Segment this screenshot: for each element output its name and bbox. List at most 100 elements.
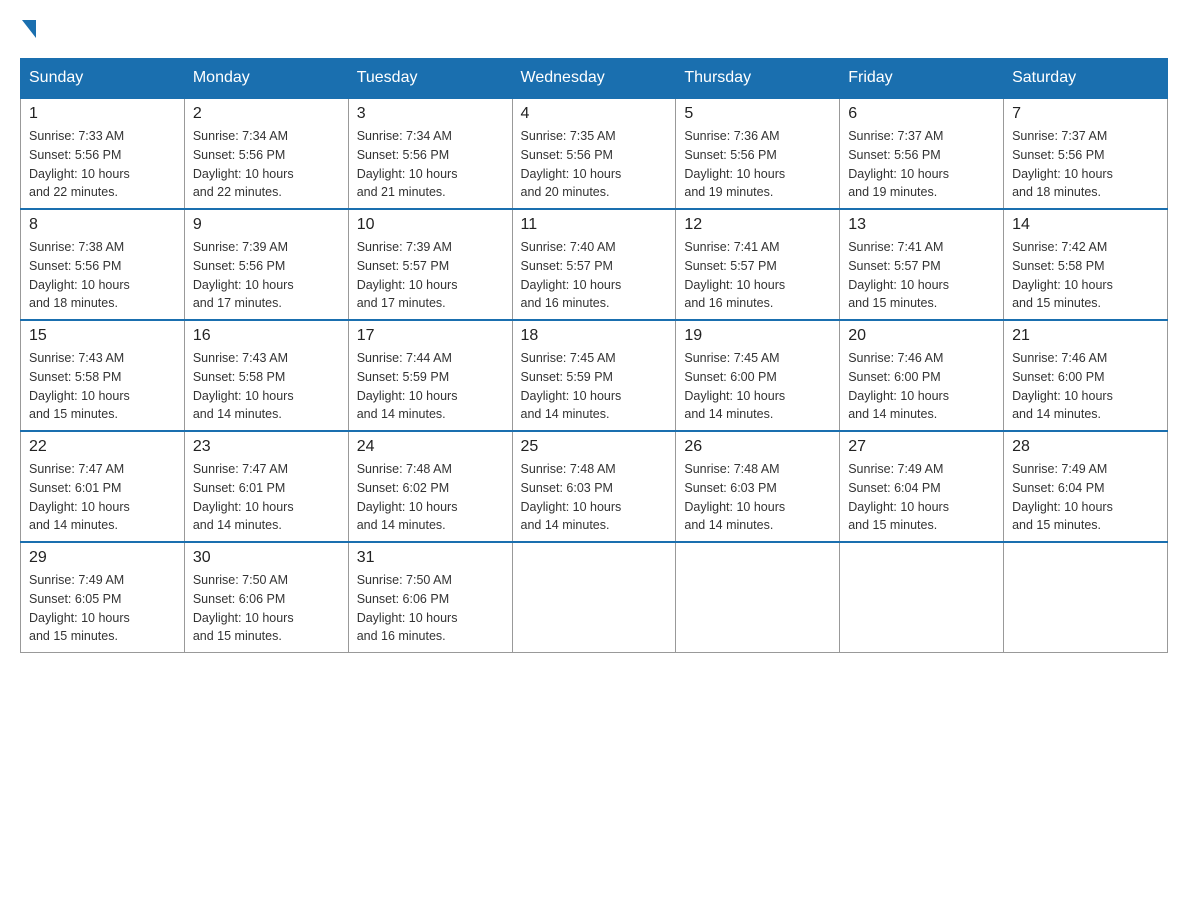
day-number: 7 [1012, 105, 1159, 123]
day-info: Sunrise: 7:48 AMSunset: 6:03 PMDaylight:… [521, 460, 668, 535]
day-info: Sunrise: 7:47 AMSunset: 6:01 PMDaylight:… [29, 460, 176, 535]
calendar-cell [1004, 542, 1168, 653]
calendar-cell: 2 Sunrise: 7:34 AMSunset: 5:56 PMDayligh… [184, 98, 348, 209]
calendar-cell: 28 Sunrise: 7:49 AMSunset: 6:04 PMDaylig… [1004, 431, 1168, 542]
day-info: Sunrise: 7:50 AMSunset: 6:06 PMDaylight:… [193, 571, 340, 646]
day-info: Sunrise: 7:43 AMSunset: 5:58 PMDaylight:… [29, 349, 176, 424]
day-info: Sunrise: 7:38 AMSunset: 5:56 PMDaylight:… [29, 238, 176, 313]
calendar-cell: 21 Sunrise: 7:46 AMSunset: 6:00 PMDaylig… [1004, 320, 1168, 431]
calendar-cell: 6 Sunrise: 7:37 AMSunset: 5:56 PMDayligh… [840, 98, 1004, 209]
calendar-cell: 8 Sunrise: 7:38 AMSunset: 5:56 PMDayligh… [21, 209, 185, 320]
day-number: 16 [193, 327, 340, 345]
day-number: 25 [521, 438, 668, 456]
day-info: Sunrise: 7:48 AMSunset: 6:02 PMDaylight:… [357, 460, 504, 535]
calendar-cell: 31 Sunrise: 7:50 AMSunset: 6:06 PMDaylig… [348, 542, 512, 653]
day-number: 11 [521, 216, 668, 234]
calendar-week-row: 15 Sunrise: 7:43 AMSunset: 5:58 PMDaylig… [21, 320, 1168, 431]
day-info: Sunrise: 7:46 AMSunset: 6:00 PMDaylight:… [848, 349, 995, 424]
calendar-cell: 5 Sunrise: 7:36 AMSunset: 5:56 PMDayligh… [676, 98, 840, 209]
day-number: 15 [29, 327, 176, 345]
day-number: 24 [357, 438, 504, 456]
calendar-cell: 14 Sunrise: 7:42 AMSunset: 5:58 PMDaylig… [1004, 209, 1168, 320]
calendar-header-thursday: Thursday [676, 59, 840, 99]
day-info: Sunrise: 7:34 AMSunset: 5:56 PMDaylight:… [357, 127, 504, 202]
day-info: Sunrise: 7:41 AMSunset: 5:57 PMDaylight:… [684, 238, 831, 313]
calendar-week-row: 8 Sunrise: 7:38 AMSunset: 5:56 PMDayligh… [21, 209, 1168, 320]
day-number: 31 [357, 549, 504, 567]
day-number: 23 [193, 438, 340, 456]
day-number: 2 [193, 105, 340, 123]
day-number: 28 [1012, 438, 1159, 456]
day-number: 3 [357, 105, 504, 123]
day-info: Sunrise: 7:45 AMSunset: 5:59 PMDaylight:… [521, 349, 668, 424]
day-number: 27 [848, 438, 995, 456]
calendar-header-monday: Monday [184, 59, 348, 99]
calendar-cell [512, 542, 676, 653]
calendar-week-row: 1 Sunrise: 7:33 AMSunset: 5:56 PMDayligh… [21, 98, 1168, 209]
calendar-cell: 19 Sunrise: 7:45 AMSunset: 6:00 PMDaylig… [676, 320, 840, 431]
day-info: Sunrise: 7:48 AMSunset: 6:03 PMDaylight:… [684, 460, 831, 535]
calendar-week-row: 29 Sunrise: 7:49 AMSunset: 6:05 PMDaylig… [21, 542, 1168, 653]
day-info: Sunrise: 7:46 AMSunset: 6:00 PMDaylight:… [1012, 349, 1159, 424]
day-info: Sunrise: 7:39 AMSunset: 5:56 PMDaylight:… [193, 238, 340, 313]
calendar-cell: 20 Sunrise: 7:46 AMSunset: 6:00 PMDaylig… [840, 320, 1004, 431]
day-info: Sunrise: 7:39 AMSunset: 5:57 PMDaylight:… [357, 238, 504, 313]
calendar-cell: 15 Sunrise: 7:43 AMSunset: 5:58 PMDaylig… [21, 320, 185, 431]
day-info: Sunrise: 7:44 AMSunset: 5:59 PMDaylight:… [357, 349, 504, 424]
day-info: Sunrise: 7:47 AMSunset: 6:01 PMDaylight:… [193, 460, 340, 535]
calendar-cell: 1 Sunrise: 7:33 AMSunset: 5:56 PMDayligh… [21, 98, 185, 209]
day-info: Sunrise: 7:40 AMSunset: 5:57 PMDaylight:… [521, 238, 668, 313]
day-info: Sunrise: 7:37 AMSunset: 5:56 PMDaylight:… [848, 127, 995, 202]
calendar-cell: 13 Sunrise: 7:41 AMSunset: 5:57 PMDaylig… [840, 209, 1004, 320]
logo-triangle-icon [22, 20, 36, 38]
calendar-header-tuesday: Tuesday [348, 59, 512, 99]
day-info: Sunrise: 7:37 AMSunset: 5:56 PMDaylight:… [1012, 127, 1159, 202]
calendar-header-friday: Friday [840, 59, 1004, 99]
logo [20, 20, 38, 38]
day-number: 9 [193, 216, 340, 234]
calendar-cell [840, 542, 1004, 653]
day-info: Sunrise: 7:43 AMSunset: 5:58 PMDaylight:… [193, 349, 340, 424]
calendar-cell [676, 542, 840, 653]
day-number: 17 [357, 327, 504, 345]
day-number: 22 [29, 438, 176, 456]
day-info: Sunrise: 7:42 AMSunset: 5:58 PMDaylight:… [1012, 238, 1159, 313]
calendar-cell: 10 Sunrise: 7:39 AMSunset: 5:57 PMDaylig… [348, 209, 512, 320]
calendar-cell: 9 Sunrise: 7:39 AMSunset: 5:56 PMDayligh… [184, 209, 348, 320]
page-header [20, 20, 1168, 38]
day-info: Sunrise: 7:49 AMSunset: 6:05 PMDaylight:… [29, 571, 176, 646]
day-info: Sunrise: 7:41 AMSunset: 5:57 PMDaylight:… [848, 238, 995, 313]
calendar-cell: 24 Sunrise: 7:48 AMSunset: 6:02 PMDaylig… [348, 431, 512, 542]
day-number: 20 [848, 327, 995, 345]
calendar-cell: 4 Sunrise: 7:35 AMSunset: 5:56 PMDayligh… [512, 98, 676, 209]
day-info: Sunrise: 7:33 AMSunset: 5:56 PMDaylight:… [29, 127, 176, 202]
calendar-cell: 23 Sunrise: 7:47 AMSunset: 6:01 PMDaylig… [184, 431, 348, 542]
calendar-cell: 3 Sunrise: 7:34 AMSunset: 5:56 PMDayligh… [348, 98, 512, 209]
calendar-cell: 12 Sunrise: 7:41 AMSunset: 5:57 PMDaylig… [676, 209, 840, 320]
day-info: Sunrise: 7:50 AMSunset: 6:06 PMDaylight:… [357, 571, 504, 646]
calendar-cell: 25 Sunrise: 7:48 AMSunset: 6:03 PMDaylig… [512, 431, 676, 542]
day-number: 26 [684, 438, 831, 456]
day-number: 14 [1012, 216, 1159, 234]
day-number: 19 [684, 327, 831, 345]
day-number: 10 [357, 216, 504, 234]
calendar-cell: 29 Sunrise: 7:49 AMSunset: 6:05 PMDaylig… [21, 542, 185, 653]
calendar-cell: 18 Sunrise: 7:45 AMSunset: 5:59 PMDaylig… [512, 320, 676, 431]
calendar-cell: 22 Sunrise: 7:47 AMSunset: 6:01 PMDaylig… [21, 431, 185, 542]
calendar-table: SundayMondayTuesdayWednesdayThursdayFrid… [20, 58, 1168, 653]
day-info: Sunrise: 7:49 AMSunset: 6:04 PMDaylight:… [848, 460, 995, 535]
calendar-cell: 7 Sunrise: 7:37 AMSunset: 5:56 PMDayligh… [1004, 98, 1168, 209]
calendar-cell: 27 Sunrise: 7:49 AMSunset: 6:04 PMDaylig… [840, 431, 1004, 542]
day-info: Sunrise: 7:34 AMSunset: 5:56 PMDaylight:… [193, 127, 340, 202]
day-number: 4 [521, 105, 668, 123]
day-number: 18 [521, 327, 668, 345]
day-info: Sunrise: 7:35 AMSunset: 5:56 PMDaylight:… [521, 127, 668, 202]
day-number: 6 [848, 105, 995, 123]
day-number: 13 [848, 216, 995, 234]
day-number: 1 [29, 105, 176, 123]
calendar-header-wednesday: Wednesday [512, 59, 676, 99]
calendar-header-row: SundayMondayTuesdayWednesdayThursdayFrid… [21, 59, 1168, 99]
calendar-cell: 26 Sunrise: 7:48 AMSunset: 6:03 PMDaylig… [676, 431, 840, 542]
day-number: 12 [684, 216, 831, 234]
calendar-week-row: 22 Sunrise: 7:47 AMSunset: 6:01 PMDaylig… [21, 431, 1168, 542]
